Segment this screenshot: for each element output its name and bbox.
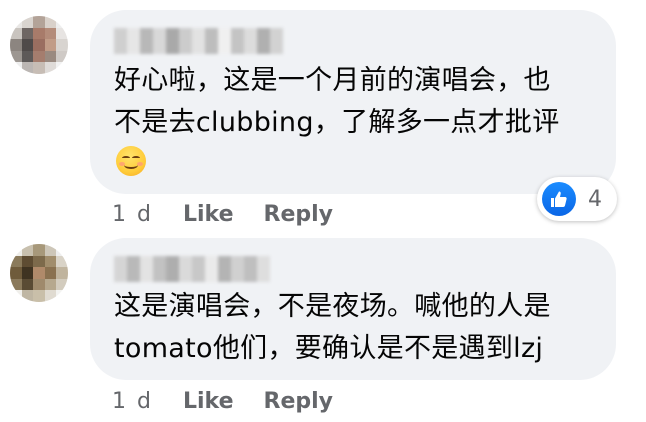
- like-button[interactable]: Like: [183, 389, 234, 414]
- thumbs-up-icon: [542, 182, 576, 216]
- author-name-blurred[interactable]: [114, 256, 270, 282]
- avatar[interactable]: [10, 16, 68, 74]
- comment-bubble: 好心啦，这是一个月前的演唱会，也 不是去clubbing，了解多一点才批评: [90, 10, 616, 194]
- comment-actions: 1 d Like Reply: [112, 389, 333, 414]
- like-button[interactable]: Like: [183, 202, 234, 227]
- comment-actions: 1 d Like Reply: [112, 202, 333, 227]
- reaction-count: 4: [588, 186, 602, 212]
- avatar[interactable]: [10, 244, 68, 302]
- comment-bubble: 这是演唱会，不是夜场。喊他的人是 tomato他们，要确认是不是遇到lzj: [90, 238, 616, 380]
- reaction-summary[interactable]: 4: [537, 177, 617, 221]
- comment-time[interactable]: 1 d: [112, 202, 153, 227]
- comment-time[interactable]: 1 d: [112, 389, 153, 414]
- blush-smile-emoji: [116, 146, 146, 176]
- reply-button[interactable]: Reply: [264, 389, 334, 414]
- comment-text: 这是演唱会，不是夜场。喊他的人是 tomato他们，要确认是不是遇到lzj: [114, 291, 551, 364]
- author-name-blurred[interactable]: [114, 28, 283, 54]
- reply-button[interactable]: Reply: [264, 202, 334, 227]
- comment-text: 好心啦，这是一个月前的演唱会，也 不是去clubbing，了解多一点才批评: [114, 65, 560, 138]
